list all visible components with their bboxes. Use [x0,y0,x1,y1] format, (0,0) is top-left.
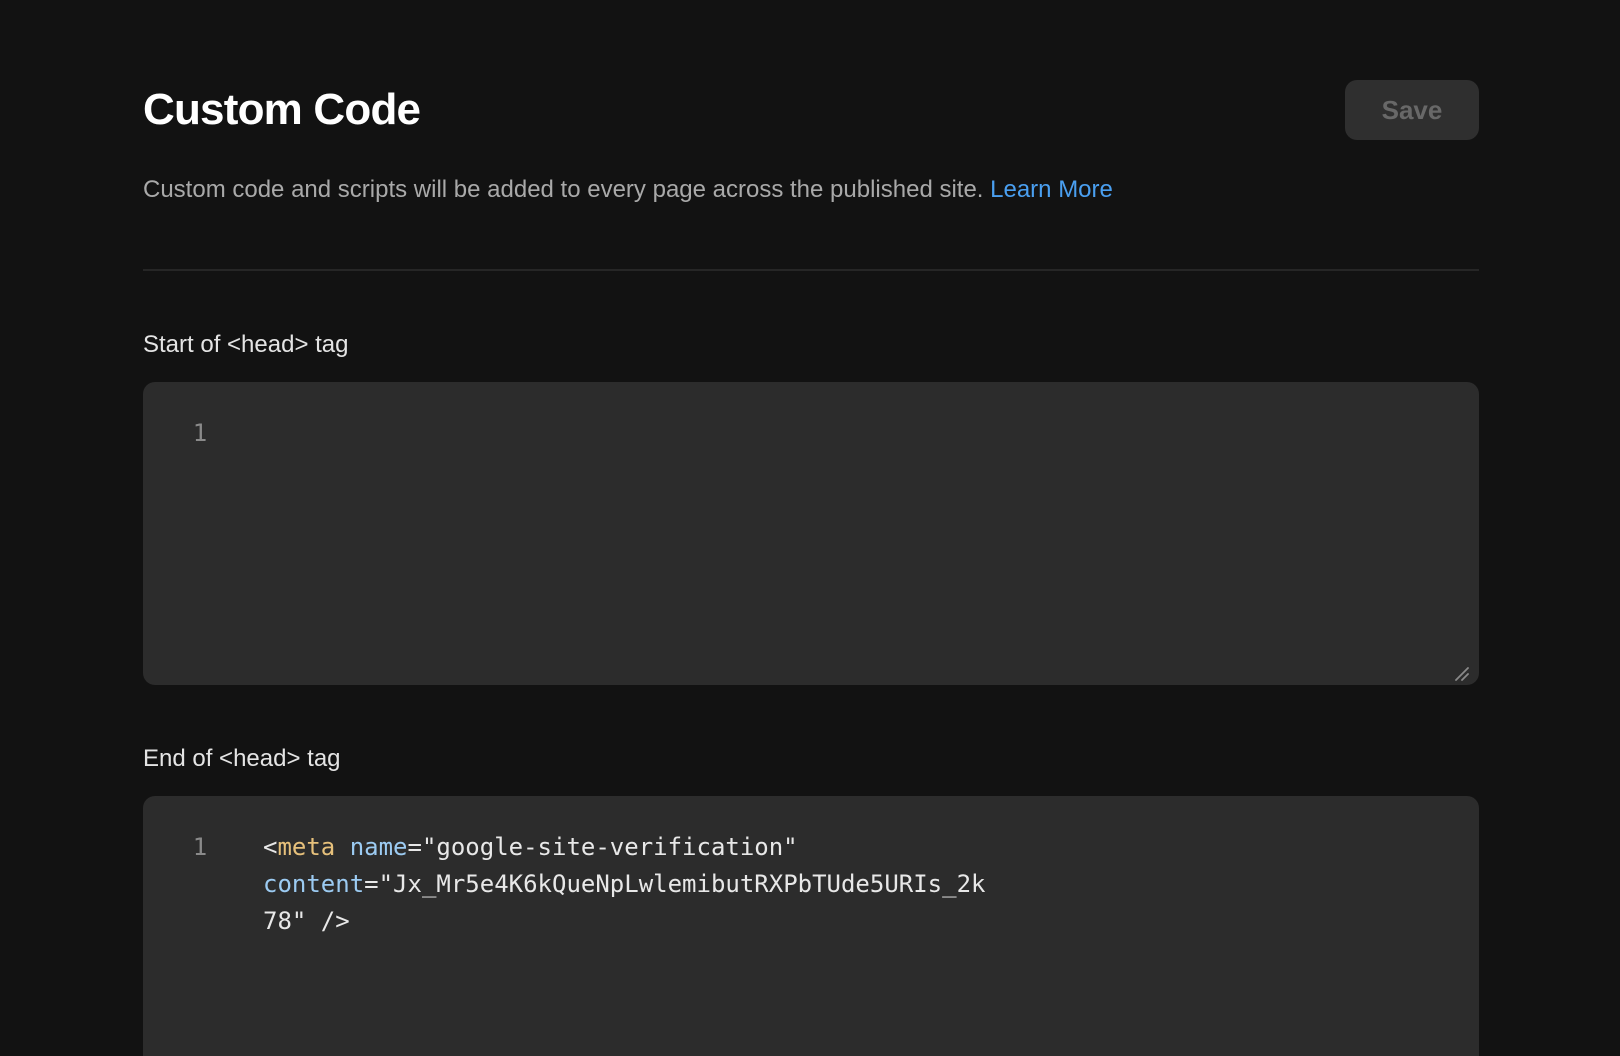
line-number-gutter: 1 [185,415,215,452]
learn-more-link[interactable]: Learn More [990,176,1113,203]
section-divider [143,269,1479,271]
code-line: <meta name="google-site-verification" [263,829,985,866]
code-token-attr: name [349,833,408,861]
resize-handle-icon[interactable] [1453,659,1469,681]
code-line: content="Jx_Mr5e4K6kQueNpLwlemibutRXPbTU… [263,866,985,903]
line-number-gutter: 1 [185,829,215,866]
code-token-punct: = [364,870,379,898]
code-token-punct: /> [306,907,350,935]
line-number: 1 [192,833,208,861]
code-token-tag: meta [277,833,336,861]
page-header: Custom Code Save [143,80,1479,140]
head-start-label: Start of <head> tag [143,331,349,358]
code-content[interactable]: <meta name="google-site-verification" con… [263,829,985,940]
page-title: Custom Code [143,85,421,134]
code-token-string: "google-site-verification" [421,833,798,861]
line-number: 1 [192,419,208,447]
save-button[interactable]: Save [1345,80,1479,140]
page-description: Custom code and scripts will be added to… [143,173,1113,207]
code-token-attr: content [263,870,365,898]
code-line: 78" /> [263,903,985,940]
head-start-code-editor[interactable]: 1 [143,382,1479,685]
code-token-string: 78" [263,907,307,935]
description-text: Custom code and scripts will be added to… [143,176,991,203]
code-token-string: "Jx_Mr5e4K6kQueNpLwlemibutRXPbTUde5URIs_… [378,870,986,898]
code-token-punct: < [263,833,278,861]
head-end-code-editor[interactable]: 1 <meta name="google-site-verification" c… [143,796,1479,1056]
head-end-label: End of <head> tag [143,745,341,772]
code-token-punct: = [407,833,422,861]
